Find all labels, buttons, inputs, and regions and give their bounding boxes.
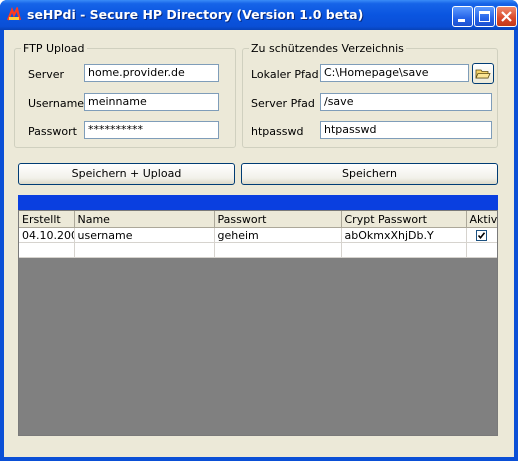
- password-label: Passwort: [28, 125, 77, 138]
- blue-header-bar: [18, 195, 498, 210]
- cell-created[interactable]: 04.10.2005: [19, 227, 75, 243]
- cell-empty[interactable]: [341, 242, 467, 258]
- table-row-new[interactable]: [19, 242, 497, 258]
- maximize-icon: [479, 11, 490, 22]
- cell-password[interactable]: geheim: [214, 227, 342, 243]
- maximize-button[interactable]: [474, 6, 495, 27]
- app-window: seHPdi - Secure HP Directory (Version 1.…: [0, 0, 518, 461]
- column-header-created[interactable]: Erstellt: [19, 211, 75, 228]
- active-checkbox[interactable]: [476, 230, 487, 241]
- table-header-row: Erstellt Name Passwort Crypt Passwort Ak…: [19, 211, 497, 228]
- username-label: Username: [28, 97, 85, 110]
- ftp-upload-legend: FTP Upload: [23, 42, 85, 55]
- app-icon[interactable]: [6, 5, 22, 23]
- open-folder-icon: [475, 69, 491, 79]
- cell-empty[interactable]: [466, 242, 497, 258]
- cell-empty[interactable]: [74, 242, 215, 258]
- column-header-crypt-password[interactable]: Crypt Passwort: [341, 211, 467, 228]
- user-table: Erstellt Name Passwort Crypt Passwort Ak…: [19, 211, 497, 258]
- close-button[interactable]: [496, 6, 517, 27]
- server-path-field[interactable]: /save: [320, 93, 492, 111]
- window-title: seHPdi - Secure HP Directory (Version 1.…: [27, 7, 364, 22]
- column-header-name[interactable]: Name: [74, 211, 215, 228]
- server-field[interactable]: home.provider.de: [84, 64, 219, 82]
- cell-name[interactable]: username: [74, 227, 215, 243]
- htpasswd-label: htpasswd: [251, 125, 304, 138]
- user-grid[interactable]: Erstellt Name Passwort Crypt Passwort Ak…: [18, 210, 498, 436]
- cell-empty[interactable]: [19, 242, 75, 258]
- client-area: FTP Upload Server home.provider.de Usern…: [4, 30, 514, 457]
- cell-empty[interactable]: [214, 242, 342, 258]
- local-path-field[interactable]: C:\Homepage\save: [320, 64, 469, 82]
- table-row[interactable]: 04.10.2005 username geheim abOkmxXhjDb.Y: [19, 227, 497, 243]
- username-field[interactable]: meinname: [84, 93, 219, 111]
- password-field[interactable]: **********: [84, 121, 219, 139]
- browse-folder-button[interactable]: [472, 63, 494, 84]
- protected-directory-legend: Zu schützendes Verzeichnis: [251, 42, 404, 55]
- title-bar[interactable]: seHPdi - Secure HP Directory (Version 1.…: [0, 0, 518, 30]
- checkmark-icon: [477, 232, 486, 240]
- column-header-password[interactable]: Passwort: [214, 211, 342, 228]
- cell-active[interactable]: [466, 227, 497, 243]
- htpasswd-field[interactable]: htpasswd: [320, 121, 492, 139]
- local-path-label: Lokaler Pfad: [251, 68, 319, 81]
- close-icon: [501, 11, 512, 22]
- server-label: Server: [28, 68, 65, 81]
- save-button[interactable]: Speichern: [241, 163, 498, 185]
- column-header-active[interactable]: Aktiv: [466, 211, 497, 228]
- cell-crypt-password[interactable]: abOkmxXhjDb.Y: [341, 227, 467, 243]
- minimize-icon: [458, 19, 465, 22]
- save-upload-button[interactable]: Speichern + Upload: [18, 163, 235, 185]
- minimize-button[interactable]: [452, 6, 473, 27]
- server-path-label: Server Pfad: [251, 97, 315, 110]
